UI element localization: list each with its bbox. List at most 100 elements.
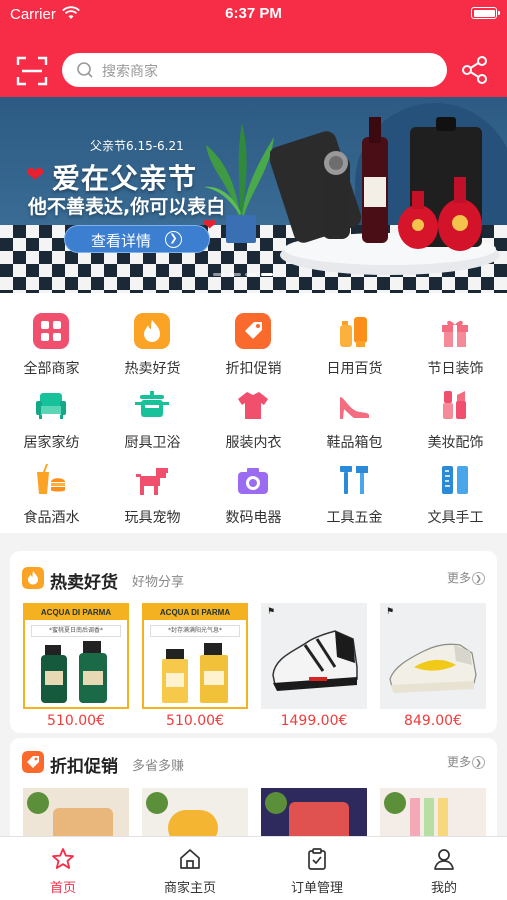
product-image: ACQUA DI PARMA *封存满满阳光气息* <box>142 603 248 709</box>
category-label: 居家家纺 <box>23 435 80 451</box>
perfume-bottles-image <box>162 643 228 703</box>
hot-products-section: 热卖好货 好物分享 更多 ❯ ACQUA DI PARMA *蜜桃夏日南后调香* … <box>10 551 497 733</box>
makeup-icon <box>443 391 466 419</box>
banner-subtitle: 父亲节6.15-6.21 <box>90 139 184 153</box>
category-label: 数码电器 <box>225 510 282 526</box>
clipboard-icon <box>308 848 326 870</box>
battery-icon <box>471 7 500 19</box>
sneaker-image <box>389 643 477 693</box>
more-link[interactable]: 更多 ❯ <box>447 753 485 770</box>
tab-orders[interactable]: 订单管理 <box>254 837 380 900</box>
heart-icon: ❤ <box>26 163 45 188</box>
section-subtitle: 好物分享 <box>132 575 185 590</box>
category-stationery[interactable]: 文具手工 <box>405 460 506 530</box>
category-label: 折扣促销 <box>225 361 282 377</box>
category-label: 食品酒水 <box>23 510 80 526</box>
view-details-button[interactable]: 查看详情 ❯ <box>64 225 210 253</box>
camera-icon <box>238 468 268 494</box>
product-price: 849.00€ <box>404 713 462 729</box>
category-all-merchants[interactable]: 全部商家 <box>1 311 102 381</box>
category-discount[interactable]: 折扣促销 <box>203 311 304 381</box>
daily-goods-icon <box>340 317 367 347</box>
category-kitchen-bath[interactable]: 厨具卫浴 <box>102 385 203 455</box>
share-icon[interactable] <box>460 55 490 85</box>
tools-icon <box>340 466 368 494</box>
banner-dot[interactable] <box>229 273 241 276</box>
search-input[interactable]: 搜索商家 <box>62 53 447 87</box>
category-label: 鞋品箱包 <box>326 435 383 451</box>
grid-icon <box>33 313 69 349</box>
pot-icon <box>135 391 169 417</box>
category-label: 全部商家 <box>23 361 80 377</box>
banner-title: 爱在父亲节 <box>52 162 198 195</box>
brand-label: ACQUA DI PARMA <box>25 605 127 620</box>
tab-merchant-home[interactable]: 商家主页 <box>127 837 253 900</box>
ruler-icon <box>442 466 468 494</box>
category-toys-pets[interactable]: 玩具宠物 <box>102 460 203 530</box>
section-subtitle: 多省多赚 <box>132 759 185 774</box>
category-food-drink[interactable]: 食品酒水 <box>1 460 102 530</box>
section-title: 折扣促销 <box>50 757 118 777</box>
home-icon <box>180 849 200 869</box>
category-hot-sale[interactable]: 热卖好货 <box>102 311 203 381</box>
category-label: 热卖好货 <box>124 361 181 377</box>
product-tagline: *蜜桃夏日南后调香* <box>31 625 121 637</box>
jumpman-logo-icon: ⚑ <box>267 607 276 617</box>
category-tools[interactable]: 工具五金 <box>304 460 405 530</box>
category-label: 文具手工 <box>427 510 484 526</box>
category-shoes-bags[interactable]: 鞋品箱包 <box>304 385 405 455</box>
banner-dot[interactable] <box>213 273 225 276</box>
more-label: 更多 <box>446 571 471 585</box>
sofa-icon <box>36 393 66 419</box>
category-daily-goods[interactable]: 日用百货 <box>304 311 405 381</box>
tab-home[interactable]: 首页 <box>0 837 126 900</box>
chevron-right-icon: ❯ <box>472 572 485 585</box>
category-label: 美妆配饰 <box>427 435 484 451</box>
fire-icon <box>22 567 44 589</box>
tag-icon <box>22 751 44 773</box>
plant-illustration <box>204 123 274 243</box>
product-price: 510.00€ <box>166 713 224 729</box>
clock: 6:37 PM <box>225 5 282 22</box>
promo-badge-icon <box>265 792 287 814</box>
category-beauty[interactable]: 美妆配饰 <box>405 385 506 455</box>
category-label: 工具五金 <box>326 510 383 526</box>
category-clothing[interactable]: 服装内衣 <box>203 385 304 455</box>
shirt-icon <box>238 392 268 419</box>
tab-label: 订单管理 <box>290 881 343 896</box>
category-digital[interactable]: 数码电器 <box>203 460 304 530</box>
tab-profile[interactable]: 我的 <box>381 837 507 900</box>
banner-dot[interactable] <box>245 273 257 276</box>
gift-icon <box>442 320 468 347</box>
tab-label: 商家主页 <box>163 881 216 896</box>
banner-dot-active[interactable] <box>261 273 273 276</box>
product-image: ⚑ <box>380 603 486 709</box>
category-home-textile[interactable]: 居家家纺 <box>1 385 102 455</box>
brand-label: ACQUA DI PARMA <box>144 605 246 620</box>
perfume-bottles-image <box>41 641 107 703</box>
category-label: 节日装饰 <box>427 361 484 377</box>
category-grid: 全部商家 热卖好货 折扣促销 日用百货 节日装饰 居家家纺 厨具卫浴 服装内衣 … <box>0 293 507 533</box>
search-placeholder: 搜索商家 <box>102 64 158 80</box>
product-tagline: *封存满满阳光气息* <box>150 625 240 637</box>
chevron-right-icon: ❯ <box>472 756 485 769</box>
status-bar: Carrier 6:37 PM <box>0 0 507 30</box>
product-price: 510.00€ <box>47 713 105 729</box>
more-label: 更多 <box>446 755 471 769</box>
sneaker-image <box>272 630 358 691</box>
promo-badge-icon <box>384 792 406 814</box>
search-icon <box>77 62 93 78</box>
bottom-tab-bar: 首页 商家主页 订单管理 我的 <box>0 836 507 900</box>
promo-banner[interactable]: ❤ ❤ 父亲节6.15-6.21 爱在父亲节 他不善表达,你可以表白 查看详情 … <box>0 97 507 293</box>
jumpman-logo-icon: ⚑ <box>386 607 395 617</box>
fire-icon <box>134 313 170 349</box>
more-link[interactable]: 更多 ❯ <box>447 569 485 586</box>
category-label: 服装内衣 <box>225 435 282 451</box>
tag-icon <box>235 313 271 349</box>
promo-badge-icon <box>27 792 49 814</box>
scan-icon[interactable] <box>16 55 48 87</box>
category-festival-decor[interactable]: 节日装饰 <box>405 311 506 381</box>
banner-slogan: 他不善表达,你可以表白 <box>28 196 226 218</box>
high-heel-icon <box>340 397 369 419</box>
dog-toy-icon <box>136 468 168 495</box>
